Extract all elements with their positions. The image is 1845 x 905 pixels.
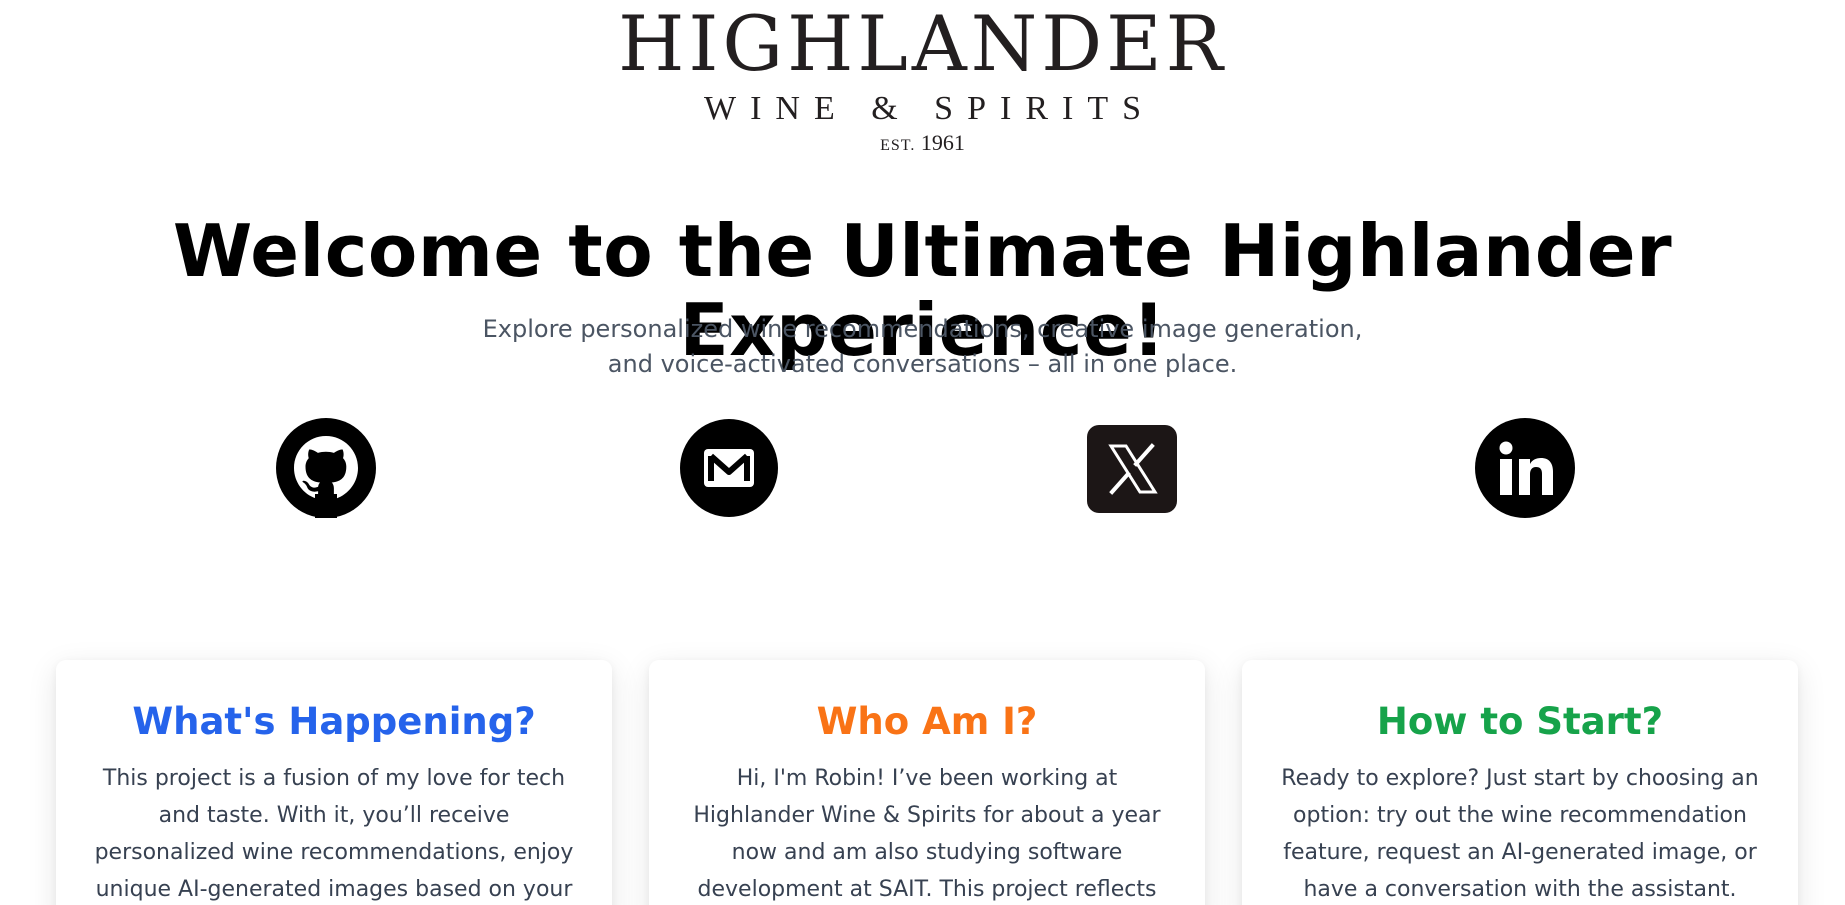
card-who-am-i: Who Am I? Hi, I'm Robin! I’ve been worki… — [649, 660, 1205, 905]
card-title: Who Am I? — [816, 700, 1038, 743]
subtitle-line-2: and voice-activated conversations – all … — [607, 350, 1238, 378]
github-link[interactable] — [276, 418, 376, 518]
github-icon — [276, 418, 376, 518]
card-how-to-start: How to Start? Ready to explore? Just sta… — [1242, 660, 1798, 905]
card-title: How to Start? — [1376, 700, 1664, 743]
subtitle-line-1: Explore personalized wine recommendation… — [482, 315, 1363, 343]
logo-est-year: 1961 — [920, 130, 965, 155]
logo-est-label: EST. — [880, 137, 916, 154]
logo-tagline: WINE & SPIRITS — [704, 90, 1155, 127]
page-subtitle: Explore personalized wine recommendation… — [0, 312, 1845, 382]
card-body: Ready to explore? Just start by choosing… — [1281, 766, 1759, 903]
card-body: Hi, I'm Robin! I’ve been working at High… — [693, 766, 1161, 903]
card-body: This project is a fusion of my love for … — [94, 766, 574, 903]
gmail-link[interactable] — [679, 418, 779, 518]
card-whats-happening: What's Happening? This project is a fusi… — [56, 660, 612, 905]
linkedin-icon — [1475, 418, 1575, 518]
logo-established: EST. 1961 — [0, 132, 1845, 154]
logo-wordmark: HIGHLANDER — [618, 0, 1227, 88]
x-icon — [1087, 425, 1177, 513]
gmail-icon — [680, 419, 778, 517]
x-link[interactable] — [1082, 418, 1182, 518]
card-title: What's Happening? — [132, 700, 536, 743]
linkedin-link[interactable] — [1475, 418, 1575, 518]
